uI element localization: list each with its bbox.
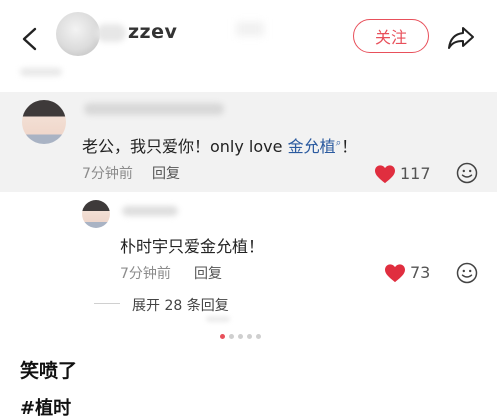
page-dot [238,333,243,339]
comment-time: 7分钟前 [82,166,133,182]
expand-divider [94,303,120,304]
page-dot [229,333,234,339]
author-name-blur [96,24,126,42]
like-count: 117 [400,164,431,183]
emoji-icon[interactable] [456,262,478,284]
share-icon[interactable] [446,22,476,52]
emoji-icon[interactable] [456,162,478,184]
post-hashtag[interactable]: #植时 [20,394,71,420]
reply-name-blur [122,206,178,216]
comment-search-tag[interactable]: 金允植⌕ [288,137,342,156]
comment-text: 老公，我只爱你！only love 金允植⌕！ [82,133,357,157]
author-username[interactable]: zzev [128,21,177,43]
comment-text-main: 老公，我只爱你！only love [82,137,288,156]
expand-replies-link[interactable]: 展开 28 条回复 [132,295,229,315]
reply-avatar[interactable] [82,200,110,228]
comment-tag-text[interactable]: 金允植 [288,137,336,156]
commenter-avatar[interactable] [22,100,66,144]
page-dot [247,333,252,339]
header-smudge [20,68,62,76]
reply-button[interactable]: 回复 [152,163,180,183]
post-caption: 笑喷了 [20,360,78,382]
back-arrow-icon[interactable] [14,22,48,56]
page-dot [220,333,225,339]
heart-icon[interactable] [374,164,396,184]
page-dot [256,333,261,339]
reply-button[interactable]: 回复 [194,263,222,283]
reply-text: 朴时宇只爱金允植！ [120,237,265,256]
header-smudge [236,22,264,36]
expand-smudge [206,316,230,322]
follow-button[interactable]: 关注 [353,19,429,53]
like-count: 73 [410,263,431,282]
page-indicator [220,332,280,340]
heart-icon[interactable] [384,263,406,283]
commenter-name-blur [84,103,224,115]
reply-time: 7分钟前 [120,266,171,282]
comment-text-suffix: ！ [341,137,358,156]
author-avatar[interactable] [56,12,100,56]
